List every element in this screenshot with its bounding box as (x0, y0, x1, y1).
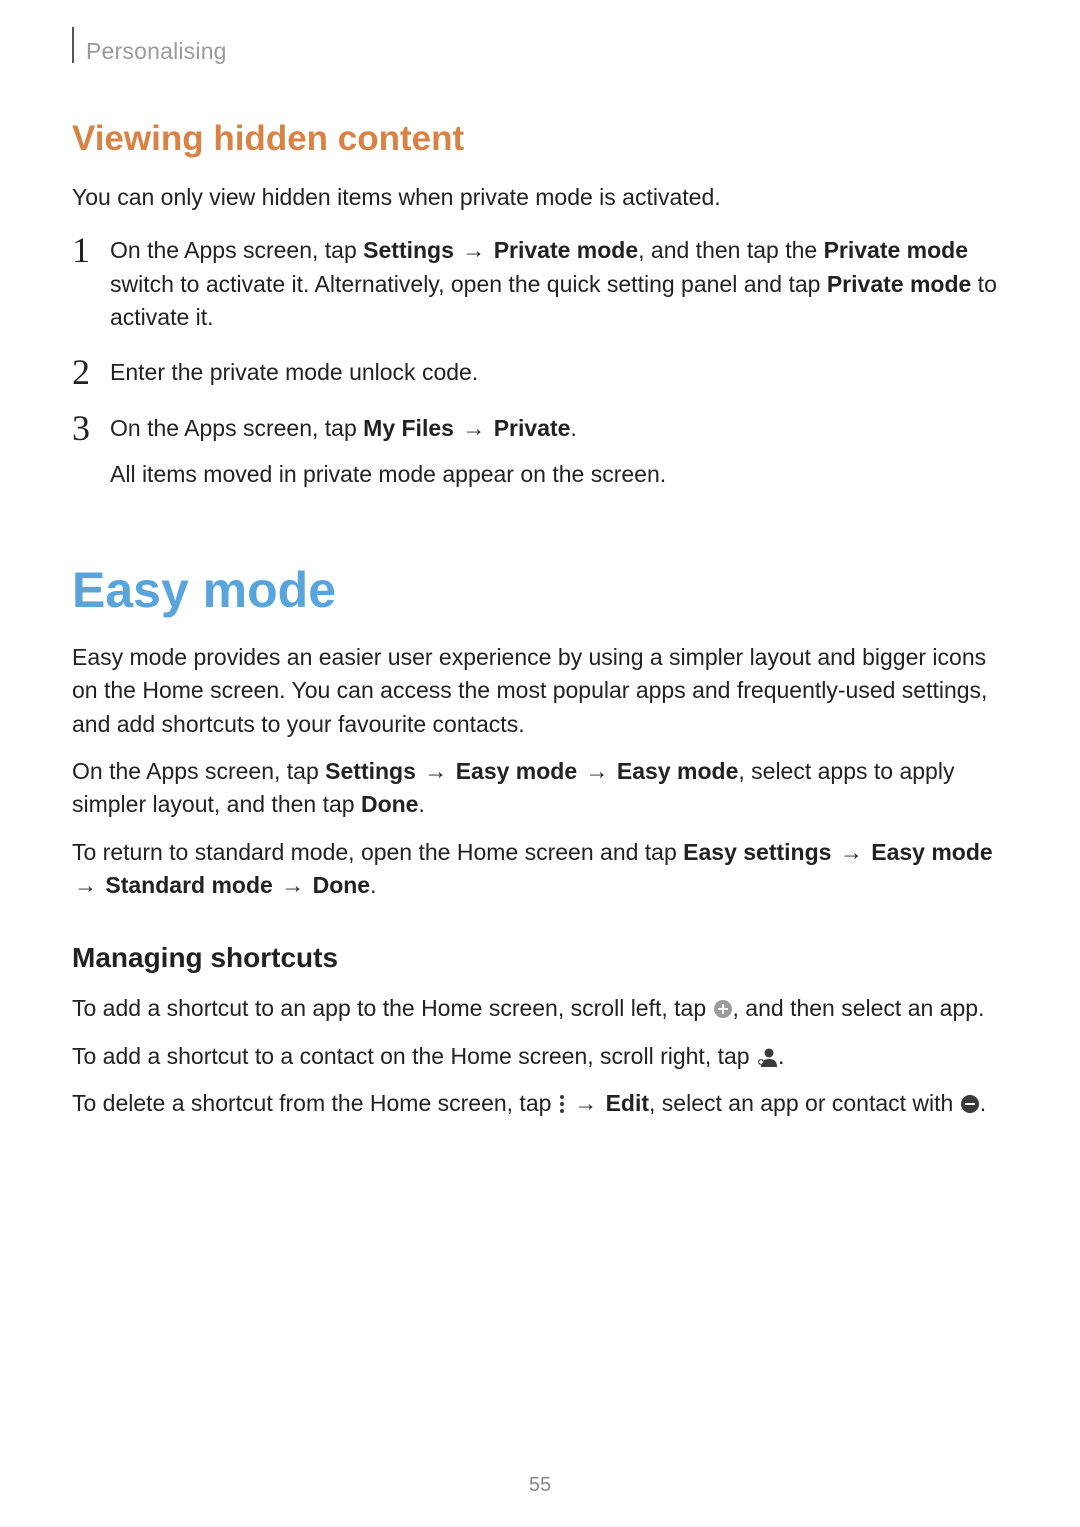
arrow-icon: → (460, 412, 487, 445)
shortcut-delete-paragraph: To delete a shortcut from the Home scree… (72, 1087, 1008, 1120)
h3-managing-shortcuts: Managing shortcuts (72, 942, 1008, 974)
step-sub-text: All items moved in private mode appear o… (110, 458, 1008, 491)
bold-text: Easy settings (683, 839, 831, 865)
step-text: On the Apps screen, tap My Files → Priva… (110, 412, 1008, 491)
bold-text: Private mode (494, 237, 638, 263)
add-contact-icon (756, 1046, 778, 1068)
step-text: On the Apps screen, tap Settings → Priva… (110, 234, 1008, 334)
section-intro-paragraph: You can only view hidden items when priv… (72, 181, 1008, 214)
bold-text: Easy mode (456, 758, 577, 784)
bold-text: Edit (606, 1090, 649, 1116)
bold-text: Done (361, 791, 419, 817)
bold-text: My Files (363, 415, 454, 441)
easy-mode-intro: Easy mode provides an easier user experi… (72, 641, 1008, 741)
section-heading: Viewing hidden content (72, 119, 1008, 159)
step-number: 1 (72, 232, 110, 268)
step-item: 2Enter the private mode unlock code. (72, 356, 1008, 390)
breadcrumb: Personalising (86, 36, 227, 65)
header-row: Personalising (72, 36, 1008, 65)
bold-text: Easy mode (871, 839, 992, 865)
minus-circle-icon (960, 1094, 980, 1114)
step-list: 1On the Apps screen, tap Settings → Priv… (72, 234, 1008, 491)
shortcut-add-contact-paragraph: To add a shortcut to a contact on the Ho… (72, 1040, 1008, 1073)
step-number: 3 (72, 410, 110, 446)
easy-mode-enable-steps: On the Apps screen, tap Settings → Easy … (72, 755, 1008, 822)
bold-text: Settings (363, 237, 454, 263)
arrow-icon: → (838, 836, 865, 869)
h1-easy-mode: Easy mode (72, 561, 1008, 619)
step-item: 1On the Apps screen, tap Settings → Priv… (72, 234, 1008, 334)
bold-text: Private mode (827, 271, 971, 297)
bold-text: Settings (325, 758, 416, 784)
arrow-icon: → (279, 869, 306, 902)
arrow-icon: → (460, 234, 487, 267)
step-text: Enter the private mode unlock code. (110, 356, 1008, 389)
easy-mode-return-steps: To return to standard mode, open the Hom… (72, 836, 1008, 903)
bold-text: Private mode (824, 237, 968, 263)
bold-text: Easy mode (617, 758, 738, 784)
plus-circle-icon (713, 999, 733, 1019)
header-marker (72, 27, 74, 63)
more-menu-icon (558, 1093, 566, 1115)
step-number: 2 (72, 354, 110, 390)
bold-text: Standard mode (105, 872, 272, 898)
bold-text: Done (313, 872, 371, 898)
arrow-icon: → (572, 1087, 599, 1120)
arrow-icon: → (422, 755, 449, 788)
page-number: 55 (0, 1474, 1080, 1497)
arrow-icon: → (72, 869, 99, 902)
shortcut-add-app-paragraph: To add a shortcut to an app to the Home … (72, 992, 1008, 1025)
step-item: 3On the Apps screen, tap My Files → Priv… (72, 412, 1008, 491)
arrow-icon: → (584, 755, 611, 788)
page-content: Personalising Viewing hidden content You… (0, 0, 1080, 1527)
bold-text: Private (494, 415, 571, 441)
